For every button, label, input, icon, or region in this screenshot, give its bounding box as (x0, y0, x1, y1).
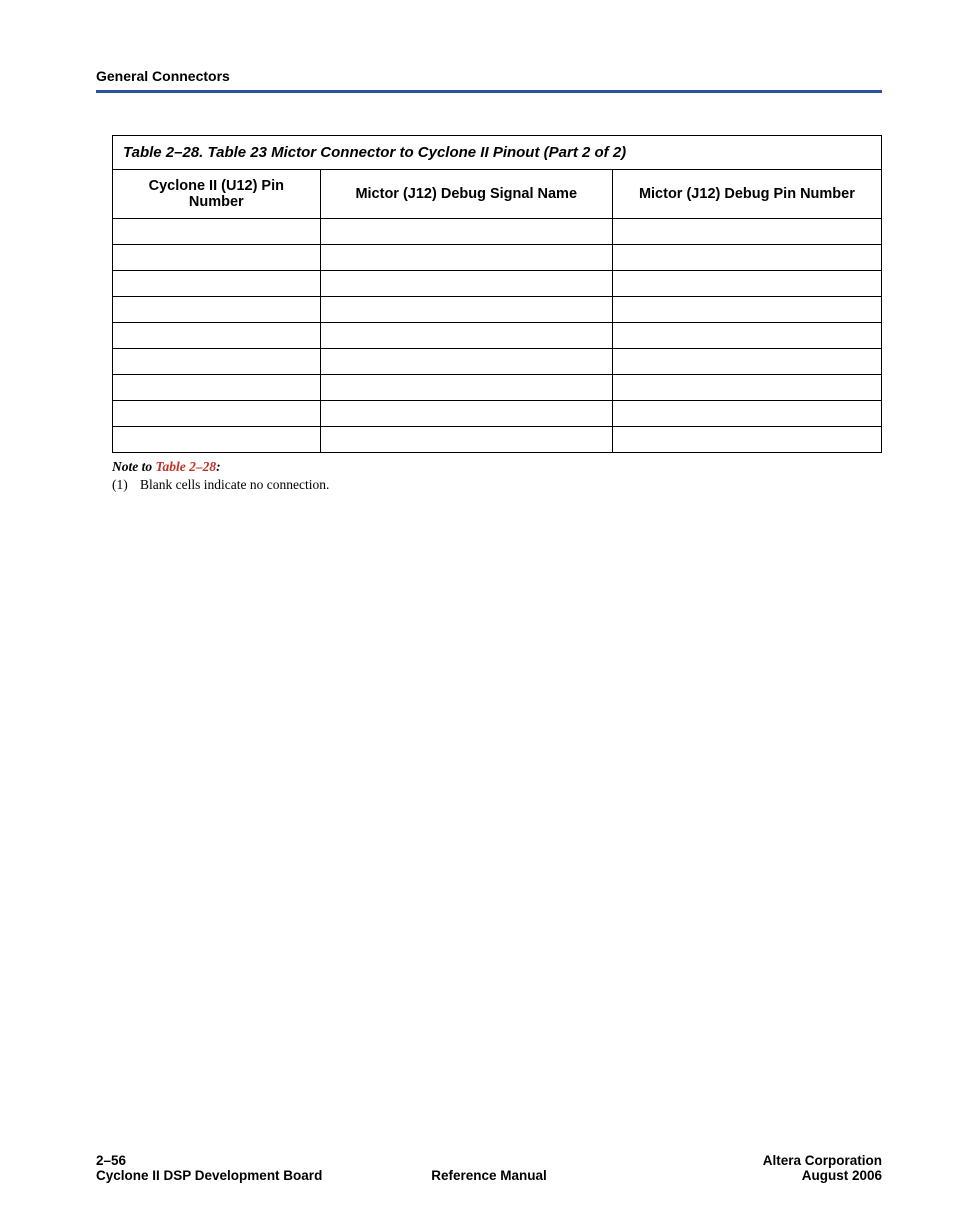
cell (612, 271, 881, 297)
cell (612, 297, 881, 323)
cell (320, 401, 612, 427)
table-row (113, 349, 882, 375)
col-header: Cyclone II (U12) Pin Number (113, 170, 321, 219)
cell (612, 427, 881, 453)
cell (113, 375, 321, 401)
cell (113, 297, 321, 323)
note-title: Note to Table 2–28: (112, 459, 221, 474)
table-row (113, 323, 882, 349)
note-title-prefix: Note to (112, 459, 156, 474)
cell (320, 271, 612, 297)
cell (320, 245, 612, 271)
cell (320, 349, 612, 375)
footer-left: 2–56 Cyclone II DSP Development Board (96, 1153, 322, 1183)
cell (320, 427, 612, 453)
table-row (113, 297, 882, 323)
pinout-table: Table 2–28. Table 23 Mictor Connector to… (112, 135, 882, 453)
table-caption: Table 2–28. Table 23 Mictor Connector to… (112, 135, 882, 169)
cell (612, 375, 881, 401)
table-row (113, 401, 882, 427)
cell (113, 245, 321, 271)
note-item: (1)Blank cells indicate no connection. (112, 477, 882, 493)
doc-title: Cyclone II DSP Development Board (96, 1168, 322, 1183)
cell (113, 427, 321, 453)
note-item-number: (1) (112, 477, 140, 493)
footer-center: Reference Manual (431, 1168, 547, 1183)
running-head: General Connectors (96, 68, 882, 84)
cell (320, 375, 612, 401)
cell (320, 323, 612, 349)
cell (113, 323, 321, 349)
page-footer: 2–56 Cyclone II DSP Development Board Re… (96, 1153, 882, 1183)
table-row (113, 427, 882, 453)
table-row (113, 219, 882, 245)
col-header: Mictor (J12) Debug Signal Name (320, 170, 612, 219)
company-name: Altera Corporation (763, 1153, 882, 1168)
cell (612, 219, 881, 245)
note-title-suffix: : (216, 459, 221, 474)
cell (113, 219, 321, 245)
cell (320, 219, 612, 245)
cell (612, 245, 881, 271)
table-row (113, 271, 882, 297)
note-table-ref: Table 2–28 (156, 459, 217, 474)
page-number: 2–56 (96, 1153, 126, 1168)
col-header: Mictor (J12) Debug Pin Number (612, 170, 881, 219)
table-row (113, 375, 882, 401)
cell (113, 349, 321, 375)
table-note: Note to Table 2–28: (1)Blank cells indic… (112, 459, 882, 493)
cell (113, 271, 321, 297)
table-header-row: Cyclone II (U12) Pin Number Mictor (J12)… (113, 170, 882, 219)
table-row (113, 245, 882, 271)
cell (612, 349, 881, 375)
footer-date: August 2006 (802, 1168, 882, 1183)
footer-right: Altera Corporation August 2006 (763, 1153, 882, 1183)
cell (612, 401, 881, 427)
cell (113, 401, 321, 427)
cell (612, 323, 881, 349)
header-rule (96, 90, 882, 93)
cell (320, 297, 612, 323)
note-item-text: Blank cells indicate no connection. (140, 477, 329, 492)
